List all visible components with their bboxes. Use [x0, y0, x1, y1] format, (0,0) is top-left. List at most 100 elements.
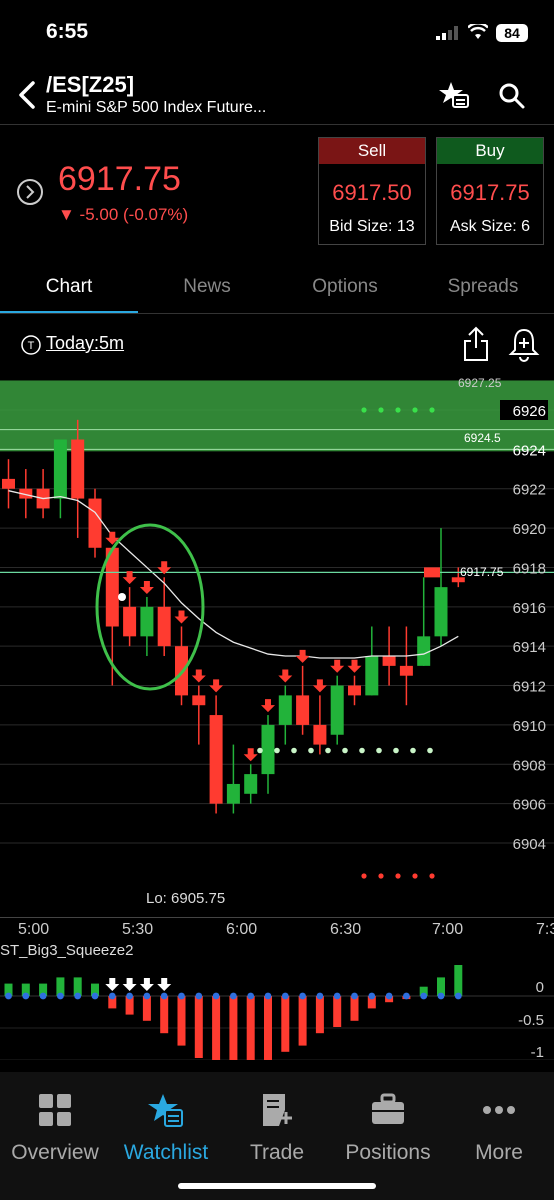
buy-label: Buy — [437, 138, 543, 164]
support-dot — [342, 747, 348, 754]
squeeze-dot — [160, 992, 168, 1000]
support-dot — [325, 747, 331, 754]
sell-signal-arrow — [139, 580, 154, 594]
indicator-label-minus-half: -0.5 — [518, 1012, 544, 1029]
bid-size: Bid Size: 13 — [329, 218, 415, 235]
zone-marker-label: 6924.5 — [464, 431, 501, 445]
high-marker-label: 6927.25 — [458, 376, 502, 390]
resistance-dot — [429, 407, 435, 413]
histogram-bar — [229, 996, 238, 1060]
squeeze-dot — [5, 992, 12, 1000]
squeeze-dot — [143, 992, 151, 1000]
histogram-bar — [298, 996, 307, 1046]
target-dot — [412, 873, 418, 879]
squeeze-fire-arrow — [122, 978, 137, 991]
target-dot — [361, 873, 367, 879]
price-axis-label: 6908 — [513, 757, 546, 774]
white-signal-dot — [118, 593, 126, 601]
search-icon[interactable] — [498, 82, 526, 110]
price-axis-label: 6918 — [513, 560, 546, 577]
support-dot — [274, 747, 280, 754]
squeeze-fire-arrow — [139, 978, 154, 991]
wifi-icon — [468, 24, 488, 39]
target-dot — [429, 873, 435, 879]
time-label-530: 5:30 — [122, 921, 154, 938]
buy-button[interactable]: Buy 6917.75 Ask Size: 6 — [436, 137, 544, 245]
expand-chevron-circle-icon[interactable] — [16, 178, 44, 206]
candle-body — [226, 783, 240, 804]
time-axis-divider — [0, 917, 554, 918]
histogram-bar — [333, 996, 342, 1027]
candle-body — [278, 695, 292, 725]
nav-overview[interactable]: Overview — [0, 1092, 110, 1165]
header-divider — [0, 124, 554, 125]
tab-chart[interactable]: Chart — [0, 276, 138, 298]
price-axis-label: 6916 — [513, 600, 546, 617]
nav-positions[interactable]: Positions — [333, 1092, 443, 1165]
histogram-bar — [160, 996, 169, 1034]
sell-signal-arrow — [278, 669, 293, 683]
tab-spreads[interactable]: Spreads — [414, 276, 552, 298]
nav-trade-label: Trade — [249, 1141, 305, 1164]
home-indicator — [178, 1183, 376, 1189]
watchlist-add-star-icon[interactable] — [438, 80, 470, 110]
squeeze-dot — [333, 992, 341, 1000]
squeeze-dot — [108, 992, 116, 1000]
share-icon[interactable] — [462, 326, 490, 362]
timeframe-selector[interactable]: Today:5m — [46, 333, 124, 354]
candle-body — [53, 439, 67, 499]
histogram-bar — [264, 996, 272, 1060]
candle-body — [330, 685, 344, 735]
price-axis-label: 6904 — [513, 836, 546, 853]
nav-more[interactable]: More — [444, 1092, 554, 1165]
session-low-label: Lo: 6905.75 — [146, 890, 226, 907]
candle-body — [399, 665, 413, 676]
candle-body — [382, 656, 396, 666]
support-dot — [359, 747, 365, 754]
candle-body — [157, 606, 171, 647]
price-axis-label: 6924 — [513, 442, 546, 459]
last-price: 6917.75 — [58, 160, 181, 198]
squeeze-fire-arrow — [157, 978, 172, 991]
bid-price: 6917.50 — [332, 180, 412, 205]
tab-news[interactable]: News — [138, 276, 276, 298]
candle-body — [417, 636, 431, 666]
sell-signal-arrow — [261, 699, 275, 713]
histogram-bar — [246, 996, 255, 1060]
battery-indicator: 84 — [496, 24, 528, 42]
timeframe-t-icon[interactable]: T — [20, 334, 42, 356]
squeeze-dot — [316, 992, 324, 1000]
price-change: ▼ -5.00 (-0.07%) — [58, 205, 189, 224]
squeeze-dot — [281, 992, 289, 1000]
nav-positions-label: Positions — [345, 1141, 431, 1164]
cellular-signal-icon — [436, 26, 458, 40]
sell-signal-arrow — [209, 679, 224, 693]
squeeze-dot — [57, 992, 64, 1000]
sell-button[interactable]: Sell 6917.50 Bid Size: 13 — [318, 137, 426, 245]
price-axis-label: 6922 — [513, 482, 546, 499]
squeeze-dot — [264, 992, 272, 1000]
resistance-dot — [395, 407, 401, 413]
candle-body — [296, 695, 310, 725]
histogram-bar — [177, 996, 186, 1046]
squeeze-dot — [178, 992, 185, 1000]
candle-body — [2, 478, 15, 489]
sell-signal-arrow — [330, 659, 345, 673]
nav-trade[interactable]: Trade — [222, 1092, 332, 1165]
nav-watchlist-label: Watchlist — [123, 1141, 209, 1164]
alert-bell-icon[interactable] — [508, 326, 540, 362]
back-chevron-icon[interactable] — [16, 80, 38, 110]
support-dot — [291, 747, 297, 754]
nav-watchlist[interactable]: Watchlist — [111, 1092, 221, 1165]
squeeze-dot — [91, 992, 99, 1000]
squeeze-dot — [22, 992, 30, 1000]
nav-overview-label: Overview — [11, 1141, 99, 1164]
price-axis-label: 6914 — [513, 639, 546, 656]
candle-body — [71, 439, 85, 499]
squeeze-dot — [247, 992, 255, 1000]
tab-options[interactable]: Options — [276, 276, 414, 298]
candle-body — [348, 685, 361, 696]
price-axis-label: 6926 — [513, 403, 546, 420]
squeeze-dot — [39, 992, 47, 1000]
squeeze-dot — [368, 992, 376, 1000]
